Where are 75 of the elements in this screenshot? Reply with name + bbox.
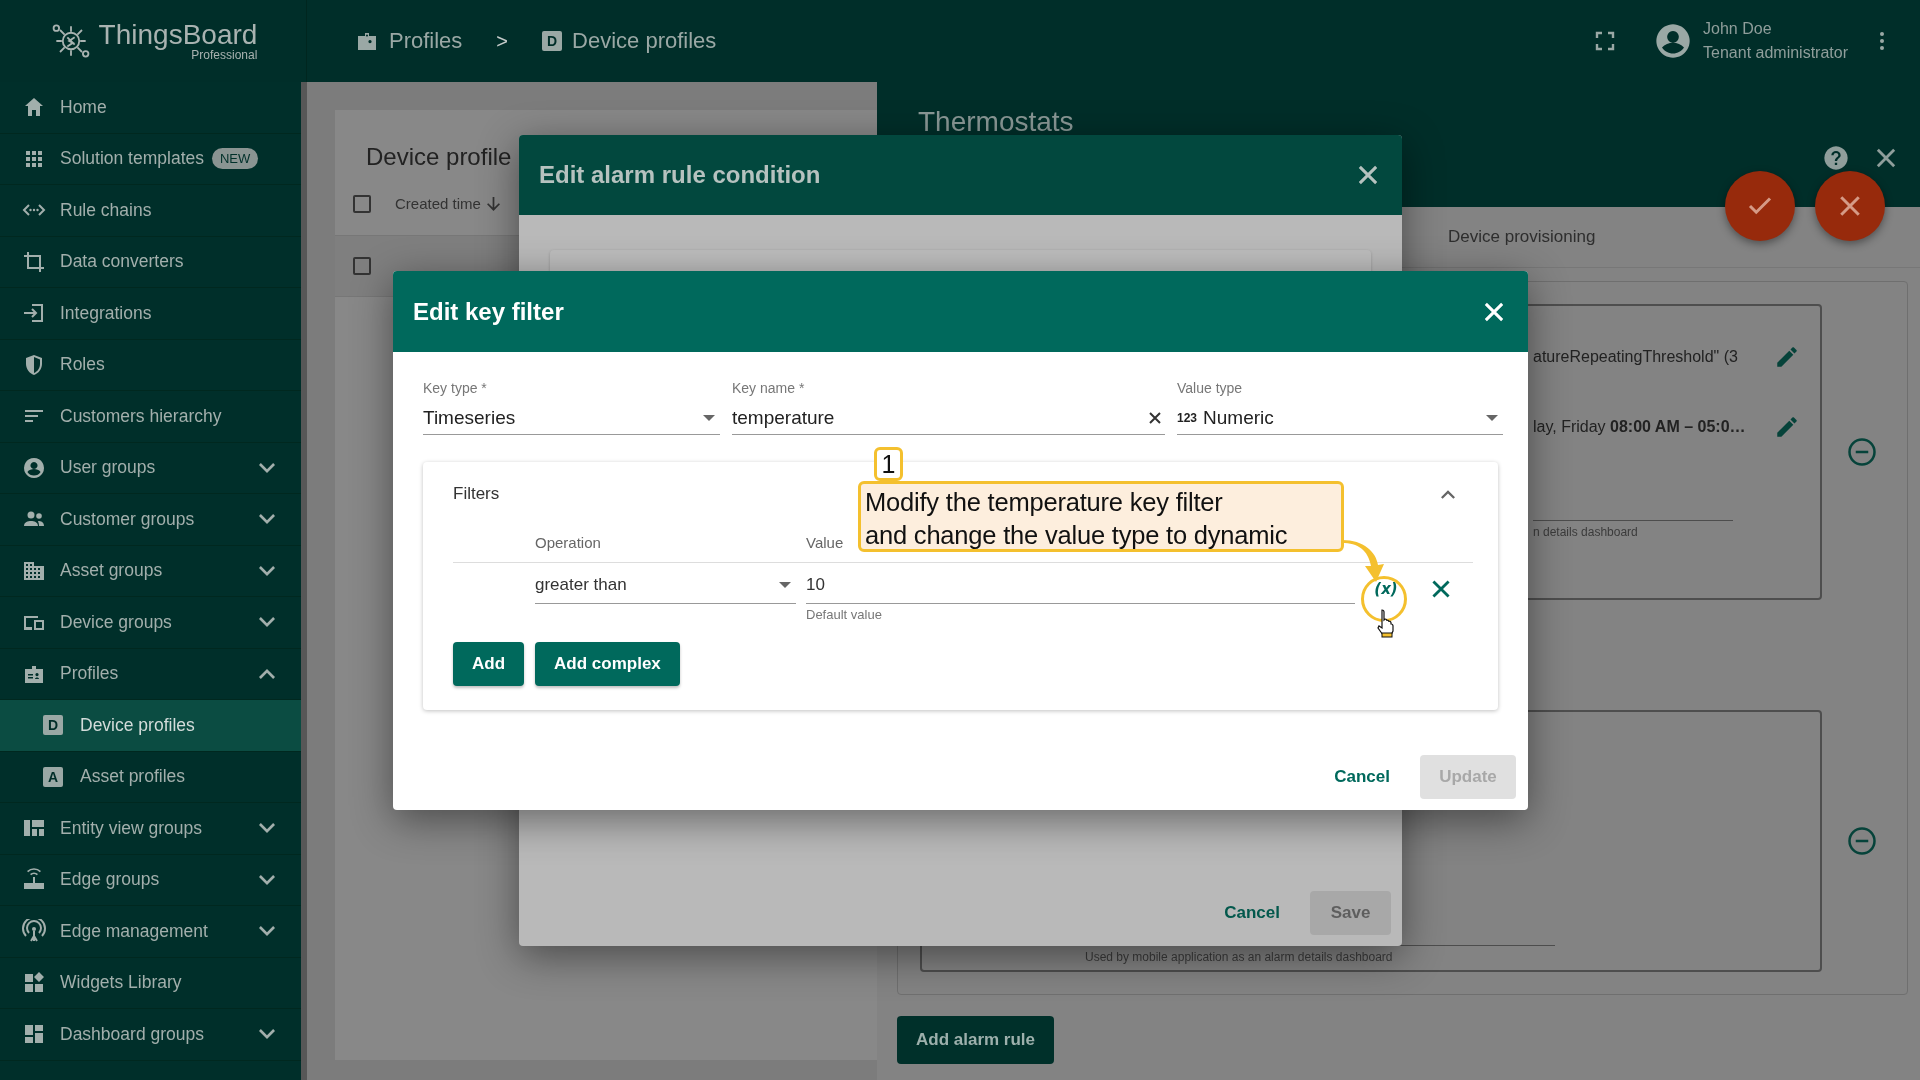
router-icon — [22, 867, 46, 892]
sidebar-item[interactable]: Edge groups — [0, 854, 301, 906]
dropdown-icon — [1486, 415, 1498, 421]
logo-text: ThingsBoard — [98, 21, 258, 49]
letter-icon: A — [43, 766, 63, 787]
add-button[interactable]: Add complex — [535, 642, 680, 686]
numeric-icon: 123 — [1177, 411, 1198, 425]
input-field[interactable]: 10 — [806, 567, 1355, 604]
select-field[interactable]: greater than — [535, 567, 796, 604]
field-label: Key type * — [423, 380, 488, 396]
sidebar-item[interactable]: Data converters — [0, 236, 301, 288]
user-role: Tenant administrator — [1703, 44, 1848, 62]
sidebar-item[interactable]: Edge management — [0, 906, 301, 958]
sidebar-item[interactable]: Roles — [0, 339, 301, 391]
dialog-title: Edit key filter — [413, 297, 564, 326]
cancel-button[interactable]: Cancel — [1214, 891, 1290, 935]
checkbox[interactable] — [353, 257, 371, 275]
crop-icon — [22, 249, 46, 274]
column-header: Operation — [535, 534, 602, 553]
sidebar-item[interactable]: Dashboard groups — [0, 1009, 301, 1061]
dialog-title: Edit alarm rule condition — [539, 161, 821, 189]
tab[interactable]: Device provisioning — [1428, 207, 1616, 267]
pencil-icon[interactable] — [1774, 414, 1800, 440]
breadcrumb-current: Device profiles — [572, 28, 717, 54]
letter-icon: D — [43, 715, 63, 736]
checkbox[interactable] — [353, 194, 371, 213]
add-button[interactable]: Add — [453, 642, 525, 686]
edition-label: Professional — [191, 49, 258, 61]
section-title: Filters — [452, 484, 500, 504]
letter-icon: D — [542, 31, 563, 51]
sidebar-item[interactable]: Device groups — [0, 597, 301, 649]
user-name: John Doe — [1703, 20, 1773, 38]
sidebar-item[interactable]: Asset groups — [0, 545, 301, 597]
remove-icon[interactable] — [1847, 826, 1877, 856]
condition-text: atureRepeatingThreshold" (3 — [1533, 348, 1738, 366]
sidebar-item[interactable]: Customer groups — [0, 494, 301, 546]
sidebar-item[interactable]: Solution templates NEW — [0, 133, 301, 185]
sidebar-item[interactable]: Integrations — [0, 288, 301, 340]
sidebar-item[interactable]: Rule chains — [0, 185, 301, 237]
sidebar-item[interactable]: D Device profiles — [0, 700, 301, 752]
field-hint: Default value — [806, 607, 883, 622]
help-icon[interactable] — [1822, 144, 1850, 172]
add-alarm-rule-button[interactable]: Add alarm rule — [897, 1016, 1055, 1064]
widgets-icon — [22, 970, 46, 995]
panel-title: Device profile — [365, 142, 513, 172]
sidebar-item[interactable]: Entity view groups — [0, 803, 301, 855]
breadcrumb-link[interactable]: Profiles — [389, 28, 463, 54]
pencil-icon[interactable] — [1774, 344, 1800, 370]
field-label: Key name * — [732, 380, 806, 396]
cursor-icon — [1375, 608, 1397, 638]
remove-icon[interactable] — [1847, 437, 1877, 467]
sidebar-item[interactable]: A Asset profiles — [0, 751, 301, 803]
sidebar-item[interactable]: Home — [0, 82, 301, 134]
dropdown-icon — [703, 415, 715, 421]
sidebar-item[interactable]: Customers hierarchy — [0, 391, 301, 443]
hint-text: n details dashboard — [1533, 520, 1733, 539]
schedule-text: lay, Friday 08:00 AM – 05:0… — [1533, 418, 1746, 436]
field-label: Value type — [1177, 380, 1244, 396]
chevron-up-icon[interactable] — [1441, 489, 1455, 499]
sidebar-item[interactable]: User groups — [0, 442, 301, 494]
new-badge: NEW — [212, 148, 259, 170]
antenna-icon — [22, 919, 46, 944]
dropdown-icon — [779, 582, 791, 588]
sidebar-item[interactable]: Widgets Library — [0, 957, 301, 1009]
breadcrumb-separator: > — [496, 29, 509, 53]
step-badge: 1 — [874, 447, 903, 481]
cancel-button[interactable]: Cancel — [1324, 755, 1400, 799]
select-field[interactable]: 123 Numeric — [1177, 402, 1503, 435]
details-title: Thermostats — [918, 106, 1075, 138]
select-field[interactable]: Timeseries — [423, 402, 720, 435]
account-icon — [22, 455, 46, 480]
column-header[interactable]: Created time — [395, 195, 481, 212]
callout-text: Modify the temperature key filter and change the value type to dynamic — [858, 481, 1344, 552]
column-header: Value — [806, 534, 844, 553]
input-field[interactable]: temperature — [732, 402, 1165, 435]
